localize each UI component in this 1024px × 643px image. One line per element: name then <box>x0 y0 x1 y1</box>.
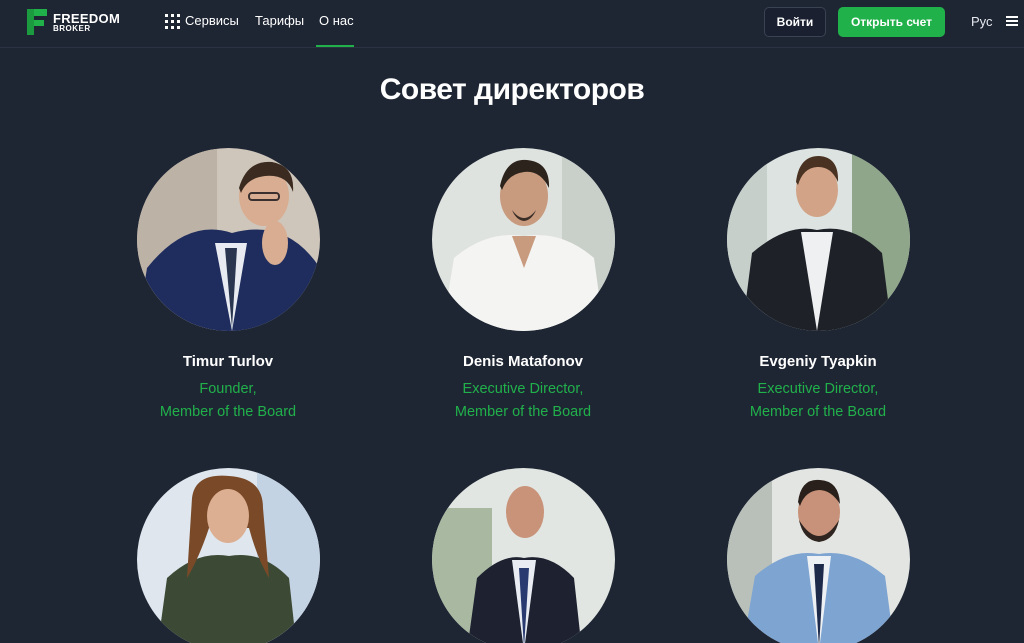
nav-item-tariffs[interactable]: Тарифы <box>255 0 304 48</box>
login-button[interactable]: Войти <box>764 7 826 37</box>
nav-item-label: О нас <box>319 13 354 28</box>
grid-icon <box>165 14 180 29</box>
nav-item-about[interactable]: О нас <box>319 0 354 48</box>
director-card: Denis Matafonov Executive Director, Memb… <box>423 148 623 424</box>
director-role-line1: Founder, <box>199 381 257 397</box>
director-role-line2: Member of the Board <box>159 404 297 420</box>
director-role: Executive Director, Member of the Board <box>423 378 623 424</box>
director-card: Evgeniy Tyapkin Executive Director, Memb… <box>718 148 918 424</box>
director-card <box>423 468 623 643</box>
director-name: Denis Matafonov <box>462 353 583 370</box>
page-title: Совет директоров <box>379 73 645 106</box>
director-photo <box>136 468 320 643</box>
director-card <box>128 468 328 643</box>
director-photo <box>431 468 615 643</box>
director-role-line1: Executive Director, <box>757 381 879 397</box>
director-role: Founder, Member of the Board <box>128 378 328 424</box>
director-role: Executive Director, Member of the Board <box>718 378 918 424</box>
nav-item-label: Тарифы <box>255 13 305 28</box>
director-photo <box>726 468 910 643</box>
logo-mark-icon <box>27 9 47 35</box>
director-role-line2: Member of the Board <box>454 404 592 420</box>
hamburger-icon[interactable] <box>1006 16 1018 26</box>
director-name: Timur Turlov <box>182 353 274 370</box>
language-selector[interactable]: Рус <box>971 14 993 29</box>
director-photo <box>431 148 615 331</box>
open-account-button[interactable]: Открыть счет <box>838 7 945 37</box>
freedom-broker-logo[interactable]: FREEDOM BROKER <box>25 9 125 35</box>
director-role-line1: Executive Director, <box>462 381 584 397</box>
director-photo <box>726 148 910 331</box>
director-card <box>718 468 918 643</box>
active-tab-indicator <box>316 45 354 47</box>
director-name: Evgeniy Tyapkin <box>759 353 877 370</box>
logo-text-broker: BROKER <box>53 24 91 33</box>
nav-item-services[interactable]: Сервисы <box>165 0 239 48</box>
director-role-line2: Member of the Board <box>749 404 887 420</box>
site-header: FREEDOM BROKER Сервисы Тарифы О нас Войт… <box>0 0 1024 48</box>
director-photo <box>136 148 320 331</box>
director-card: Timur Turlov Founder, Member of the Boar… <box>128 148 328 424</box>
nav-item-label: Сервисы <box>185 13 239 28</box>
